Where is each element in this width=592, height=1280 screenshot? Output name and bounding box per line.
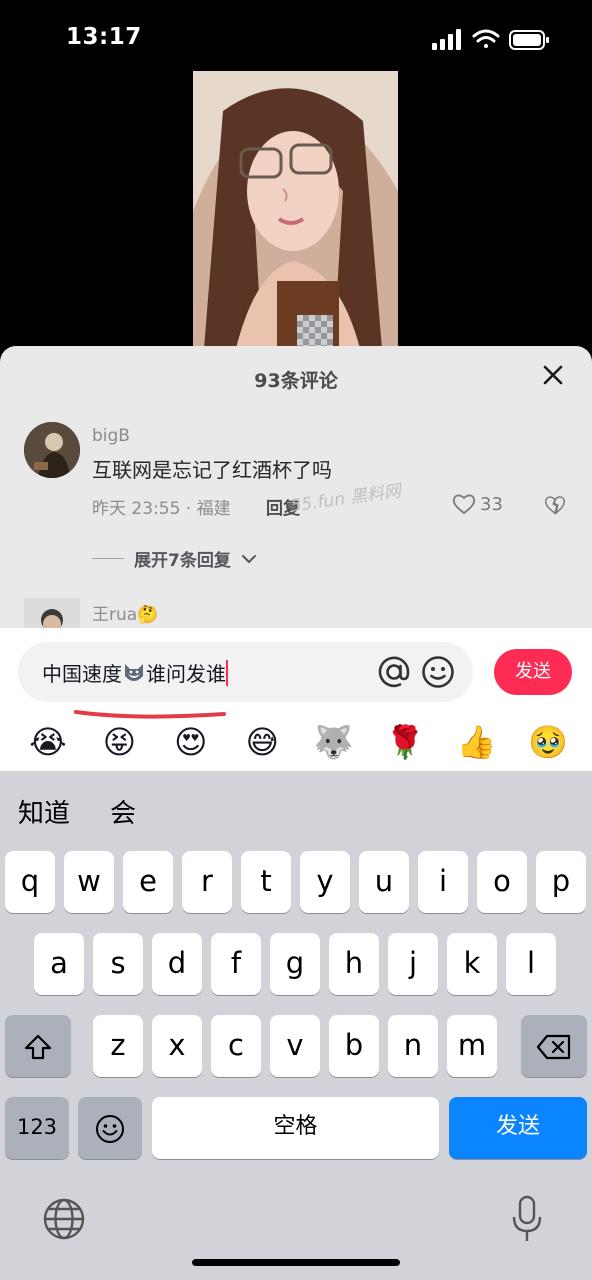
key-d[interactable]: d — [152, 933, 202, 995]
heart-icon — [452, 494, 476, 515]
comment-meta: 昨天 23:55 · 福建 — [92, 499, 231, 519]
key-s[interactable]: s — [93, 933, 143, 995]
home-indicator — [192, 1259, 400, 1266]
status-icons — [432, 29, 549, 50]
key-l[interactable]: l — [506, 933, 556, 995]
emoji-key[interactable] — [78, 1097, 142, 1159]
globe-icon[interactable] — [42, 1197, 86, 1241]
key-b[interactable]: b — [329, 1015, 379, 1077]
delete-key[interactable] — [521, 1015, 587, 1077]
key-c[interactable]: c — [211, 1015, 261, 1077]
key-q[interactable]: q — [5, 851, 55, 913]
like-count: 33 — [480, 493, 503, 515]
red-underline-annotation — [74, 710, 226, 719]
candidate-word[interactable]: 会 — [110, 793, 136, 830]
key-w[interactable]: w — [64, 851, 114, 913]
keyboard: 知道 会 q w e r t y u i o p a s d f g h j k… — [0, 771, 592, 1280]
emoji-icon[interactable] — [420, 654, 456, 690]
candidate-bar: 知道 会 — [0, 771, 592, 835]
key-j[interactable]: j — [388, 933, 438, 995]
key-y[interactable]: y — [300, 851, 350, 913]
key-e[interactable]: e — [123, 851, 173, 913]
candidate-word[interactable]: 知道 — [18, 793, 70, 830]
key-o[interactable]: o — [477, 851, 527, 913]
smiley-icon — [96, 1115, 124, 1143]
comment-input-value: 中国速度 谁问发谁 — [42, 658, 228, 687]
comment-count-title: 93条评论 — [254, 370, 338, 392]
sweat-smile-emoji[interactable]: 😅 — [242, 722, 282, 762]
quick-emoji-bar: 😭 😝 😍 😅 🐺 🌹 👍 🥹 — [28, 722, 568, 762]
signal-icon — [432, 29, 461, 50]
comment-text: 互联网是忘记了红酒杯了吗 — [92, 458, 332, 482]
dog-emoji[interactable]: 🐺 — [314, 722, 354, 762]
input-text-before: 中国速度 — [42, 662, 122, 686]
key-z[interactable]: z — [93, 1015, 143, 1077]
number-mode-key[interactable]: 123 — [5, 1097, 69, 1159]
keyboard-send-key[interactable]: 发送 — [449, 1097, 587, 1159]
heart-eyes-emoji[interactable]: 😍 — [171, 722, 211, 762]
key-a[interactable]: a — [34, 933, 84, 995]
battery-icon — [509, 30, 549, 50]
video-player[interactable] — [193, 71, 398, 361]
broken-heart-icon[interactable] — [544, 494, 566, 516]
key-t[interactable]: t — [241, 851, 291, 913]
status-time: 13:17 — [66, 24, 142, 50]
comment-sheet: 93条评论 bigB 互联网是忘记了红酒杯了吗 昨天 23:55 · 福建 回复… — [0, 346, 592, 628]
expand-replies-label: 展开7条回复 — [134, 551, 231, 571]
expand-replies[interactable]: 展开7条回复 — [92, 546, 257, 571]
backspace-icon — [536, 1034, 571, 1060]
input-text-after: 谁问发谁 — [146, 662, 226, 686]
chevron-down-icon — [241, 554, 256, 563]
shift-key[interactable] — [5, 1015, 71, 1077]
dog-emoji-icon — [125, 664, 143, 681]
avatar[interactable] — [24, 598, 80, 628]
shift-icon — [24, 1034, 52, 1060]
wifi-icon — [472, 29, 500, 48]
status-bar: 13:17 — [0, 0, 592, 80]
comment-username[interactable]: 王rua🤔 — [92, 600, 158, 625]
key-n[interactable]: n — [388, 1015, 438, 1077]
key-u[interactable]: u — [359, 851, 409, 913]
pleading-emoji[interactable]: 🥹 — [528, 722, 568, 762]
thumbs-up-emoji[interactable]: 👍 — [457, 722, 497, 762]
avatar[interactable] — [24, 422, 80, 478]
microphone-icon[interactable] — [510, 1195, 544, 1243]
key-i[interactable]: i — [418, 851, 468, 913]
mention-icon[interactable] — [376, 654, 412, 690]
key-p[interactable]: p — [536, 851, 586, 913]
key-k[interactable]: k — [447, 933, 497, 995]
divider — [92, 558, 124, 559]
key-f[interactable]: f — [211, 933, 261, 995]
key-m[interactable]: m — [447, 1015, 497, 1077]
space-key[interactable]: 空格 — [152, 1097, 439, 1159]
close-icon[interactable] — [540, 362, 566, 388]
rose-emoji[interactable]: 🌹 — [385, 722, 425, 762]
key-h[interactable]: h — [329, 933, 379, 995]
key-r[interactable]: r — [182, 851, 232, 913]
tongue-emoji[interactable]: 😝 — [99, 722, 139, 762]
crying-emoji[interactable]: 😭 — [28, 722, 68, 762]
comment-item: 王rua🤔 — [0, 598, 592, 628]
comment-item: bigB 互联网是忘记了红酒杯了吗 昨天 23:55 · 福建 回复 55.fu… — [0, 420, 592, 530]
like-button[interactable]: 33 — [452, 492, 503, 516]
key-v[interactable]: v — [270, 1015, 320, 1077]
key-g[interactable]: g — [270, 933, 320, 995]
comment-composer: 中国速度 谁问发谁 发送 😭 😝 😍 😅 🐺 🌹 👍 🥹 — [0, 628, 592, 771]
comment-input[interactable]: 中国速度 谁问发谁 — [18, 642, 473, 702]
send-comment-button[interactable]: 发送 — [494, 649, 572, 695]
key-x[interactable]: x — [152, 1015, 202, 1077]
text-caret — [226, 660, 228, 686]
comment-username[interactable]: bigB — [92, 426, 130, 446]
